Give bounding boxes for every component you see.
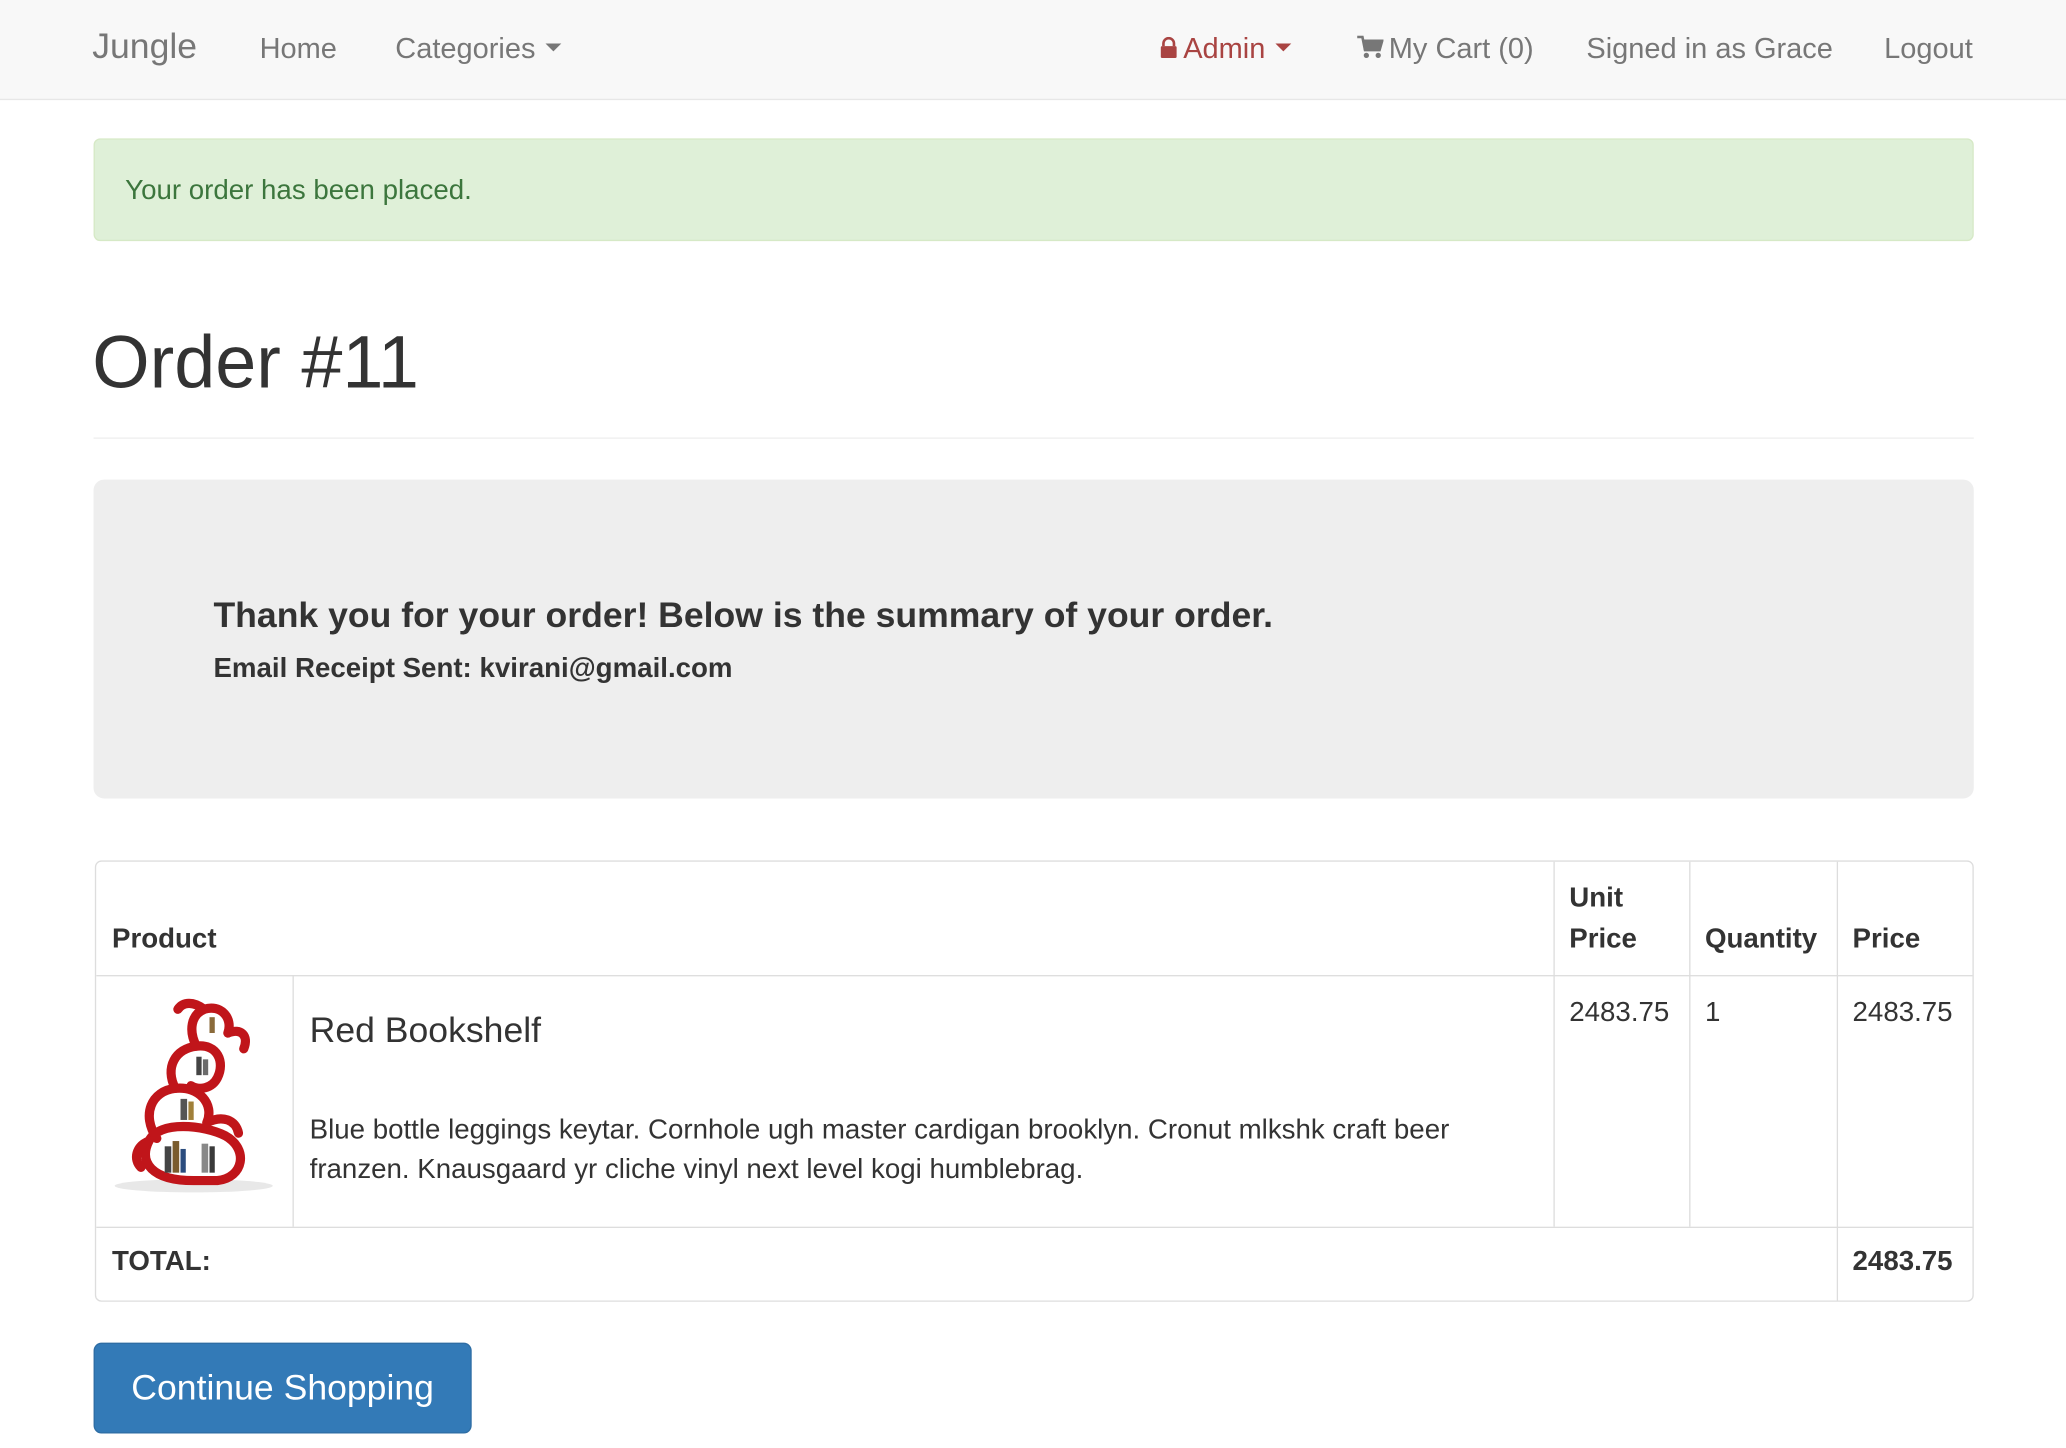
nav-home-link[interactable]: Home: [260, 29, 337, 69]
continue-shopping-button[interactable]: Continue Shopping: [93, 1342, 472, 1434]
header-product: Product: [111, 923, 217, 954]
table-divider: [96, 975, 1973, 977]
header-unit-price-line2: Price: [1569, 923, 1637, 954]
table-divider: [96, 1226, 1973, 1229]
receipt-email: kvirani@gmail.com: [479, 653, 733, 684]
header-price: Price: [1852, 923, 1921, 954]
unit-price-cell: 2483.75: [1569, 997, 1670, 1028]
alert-message: Your order has been placed.: [125, 175, 472, 206]
nav-admin-dropdown[interactable]: Admin: [1159, 29, 1292, 69]
logout-link[interactable]: Logout: [1884, 29, 1973, 69]
total-value: 2483.75: [1852, 1246, 1953, 1277]
page-title: Order #11: [92, 320, 419, 404]
order-summary-panel: Thank you for your order! Below is the s…: [93, 479, 1974, 799]
product-image: [114, 998, 273, 1193]
signed-in-text: Signed in as Grace: [1586, 31, 1833, 65]
quantity-cell: 1: [1704, 997, 1721, 1028]
header-unit-price-line1: Unit: [1569, 882, 1624, 914]
product-description: Blue bottle leggings keytar. Cornhole ug…: [309, 1114, 1450, 1185]
lock-icon: [1160, 36, 1177, 58]
cart-label: My Cart (0): [1388, 31, 1534, 65]
order-table: Product Unit Price Quantity Price Red Bo…: [94, 860, 1974, 1302]
price-cell: 2483.75: [1852, 997, 1953, 1028]
nav-cart-link[interactable]: My Cart (0): [1357, 29, 1534, 69]
chevron-down-icon: [546, 43, 562, 52]
table-divider: [1836, 861, 1839, 1301]
brand-link[interactable]: Jungle: [92, 26, 197, 66]
chevron-down-icon: [1275, 43, 1292, 52]
nav-categories-dropdown[interactable]: Categories: [395, 29, 562, 69]
top-navbar: Jungle Home Categories Admin My Cart (0)…: [0, 0, 2066, 101]
summary-heading: Thank you for your order! Below is the s…: [213, 595, 1274, 636]
shopping-cart-icon: [1357, 35, 1384, 59]
table-divider: [292, 975, 294, 1227]
total-label: TOTAL:: [111, 1246, 211, 1277]
product-name[interactable]: Red Bookshelf: [310, 1011, 541, 1052]
admin-label: Admin: [1183, 31, 1266, 65]
receipt-label: Email Receipt Sent:: [213, 653, 472, 684]
table-divider: [1553, 861, 1555, 1227]
categories-label: Categories: [395, 31, 536, 65]
order-placed-alert: Your order has been placed.: [93, 138, 1974, 242]
table-divider: [1689, 861, 1691, 1227]
title-divider: [93, 437, 1974, 439]
receipt-line: Email Receipt Sent: kvirani@gmail.com: [213, 651, 732, 688]
header-quantity: Quantity: [1704, 923, 1818, 954]
